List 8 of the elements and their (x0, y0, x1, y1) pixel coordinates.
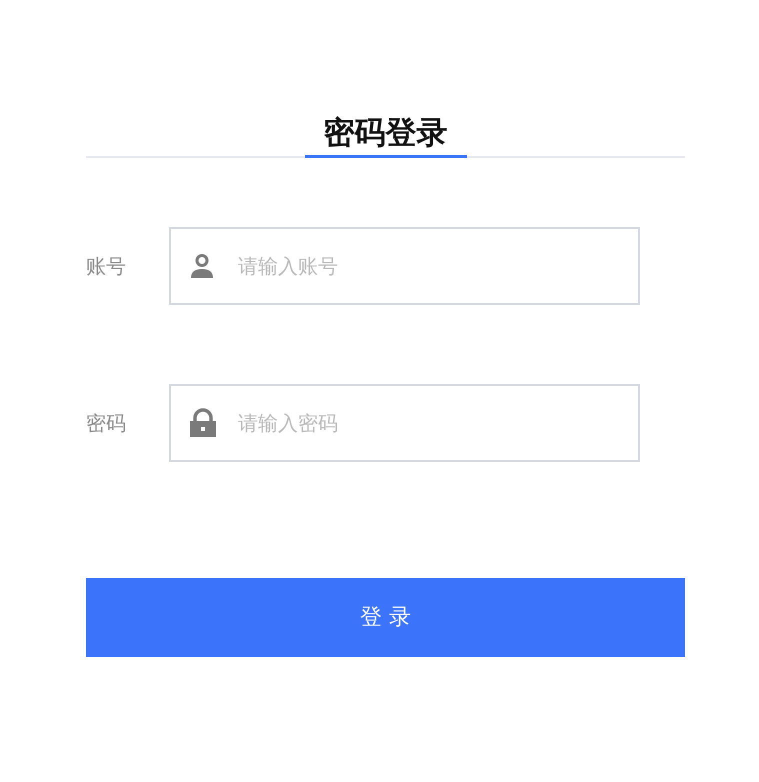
login-button[interactable]: 登 录 (86, 578, 685, 657)
field-label: 密码 (86, 410, 127, 437)
password-field[interactable]: 请输入密码 (169, 384, 640, 462)
field-label: 账号 (86, 253, 127, 280)
account-field[interactable]: 请输入账号 (169, 227, 640, 305)
user-icon (188, 252, 216, 280)
lock-icon (188, 408, 218, 438)
tab[interactable]: 密码登录 (304, 111, 466, 158)
